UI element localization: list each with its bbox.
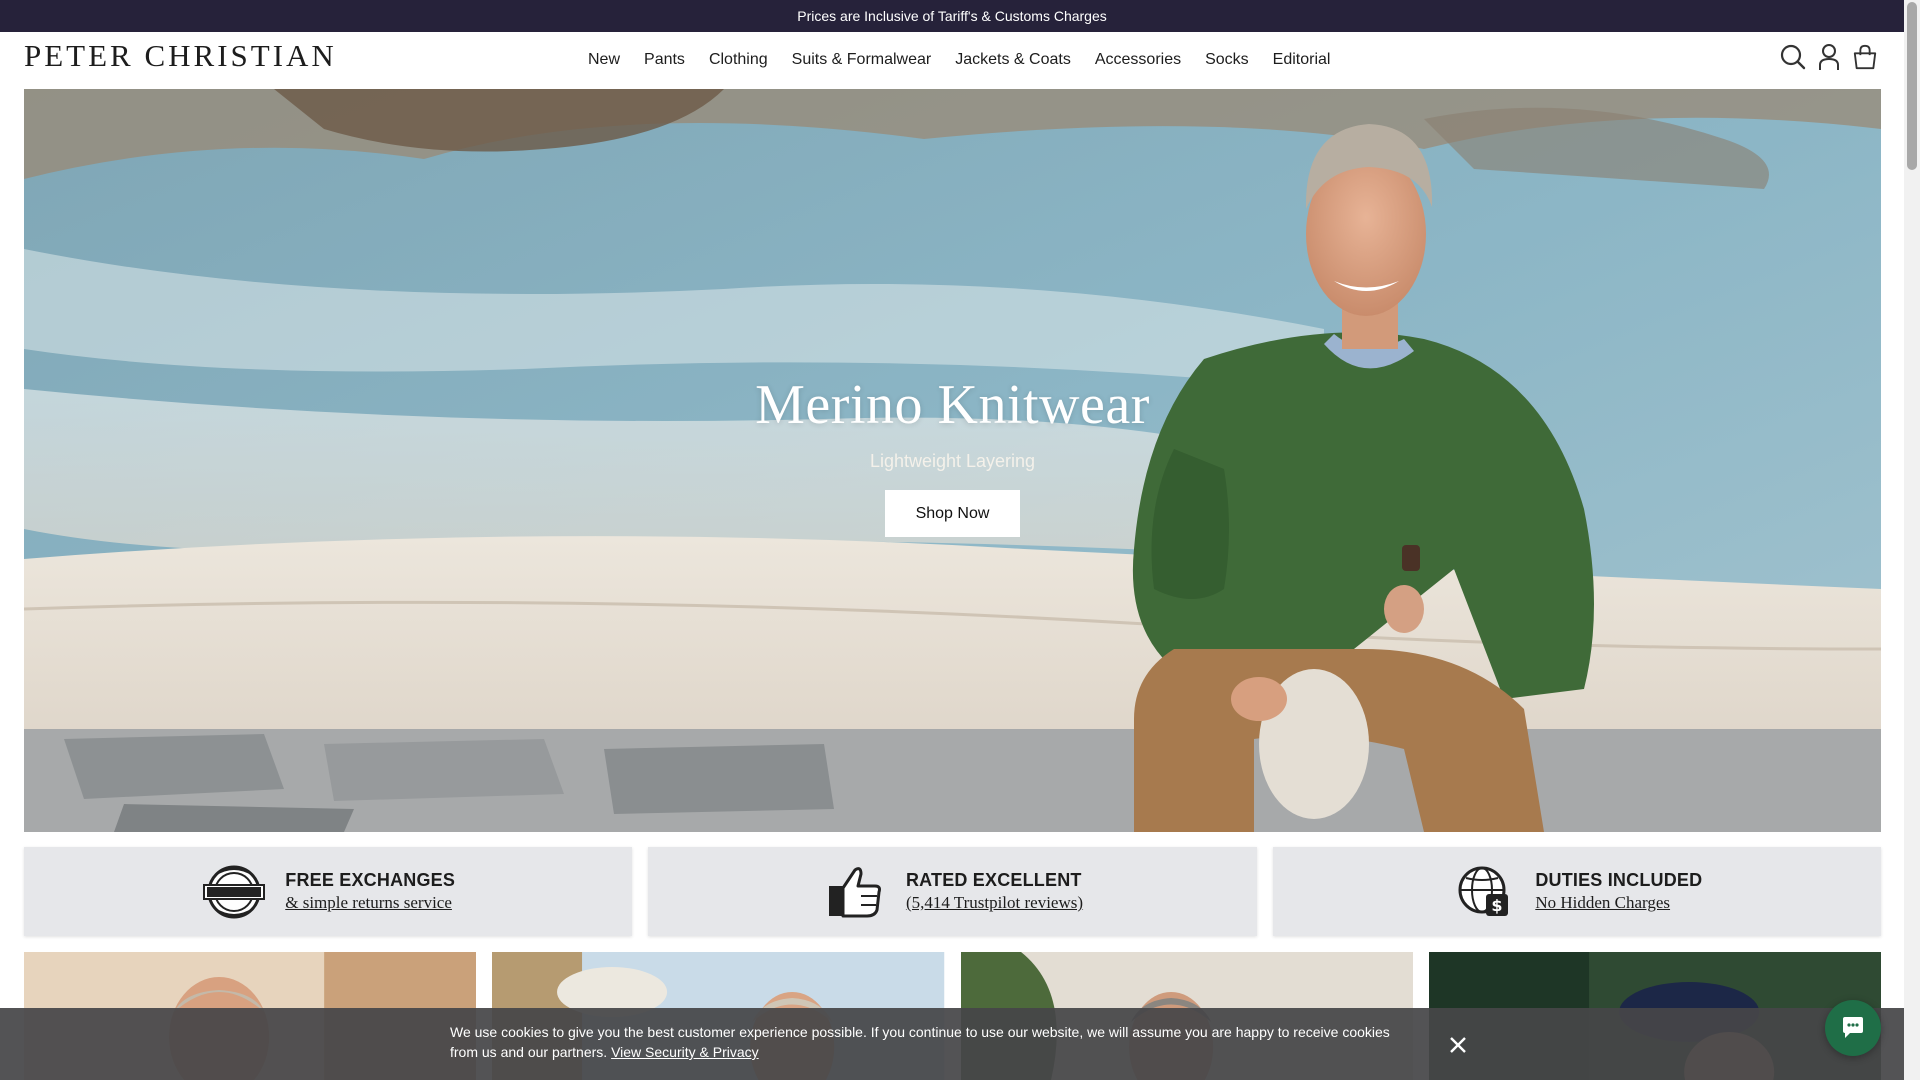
usp-link-returns[interactable]: & simple returns service bbox=[285, 893, 455, 913]
usp-link-trustpilot[interactable]: (5,414 Trustpilot reviews) bbox=[906, 893, 1083, 913]
usp-title: RATED EXCELLENT bbox=[905, 870, 1082, 890]
usp-card-rated[interactable]: RATED EXCELLENT (5,414 Trustpilot review… bbox=[648, 847, 1257, 936]
nav-item-accessories[interactable]: Accessories bbox=[1095, 51, 1181, 69]
account-icon[interactable] bbox=[1816, 42, 1842, 72]
usp-card-duties[interactable]: $ DUTIES INCLUDED No Hidden Charges bbox=[1272, 847, 1881, 936]
shop-now-button[interactable]: Shop Now bbox=[885, 490, 1020, 537]
close-icon[interactable] bbox=[1446, 1033, 1470, 1057]
returns-badge-icon bbox=[201, 864, 267, 920]
hero-banner[interactable]: Merino Knitwear Lightweight Layering Sho… bbox=[24, 89, 1881, 832]
cookie-text: We use cookies to give you the best cust… bbox=[450, 1024, 1390, 1060]
svg-text:$: $ bbox=[1492, 896, 1503, 915]
usp-card-exchanges[interactable]: FREE EXCHANGES & simple returns service bbox=[24, 847, 633, 936]
hero-subtitle: Lightweight Layering bbox=[869, 451, 1036, 471]
cookie-banner: We use cookies to give you the best cust… bbox=[0, 1008, 1904, 1080]
usp-link-no-hidden-charges[interactable]: No Hidden Charges bbox=[1535, 893, 1702, 913]
bag-icon[interactable] bbox=[1852, 42, 1878, 72]
search-icon[interactable] bbox=[1780, 42, 1806, 72]
page: Prices are Inclusive of Tariff's & Custo… bbox=[0, 0, 1920, 1080]
page-scrollbar-thumb[interactable] bbox=[1907, 2, 1917, 170]
usp-text: RATED EXCELLENT (5,414 Trustpilot review… bbox=[906, 870, 1083, 913]
nav-item-pants[interactable]: Pants bbox=[644, 51, 685, 69]
chat-button[interactable] bbox=[1825, 1000, 1881, 1056]
hero-content: Merino Knitwear Lightweight Layering Sho… bbox=[24, 373, 1881, 537]
nav-item-new[interactable]: New bbox=[588, 51, 620, 69]
hero-title: Merino Knitwear bbox=[755, 374, 1150, 436]
thumbs-up-icon bbox=[822, 864, 888, 920]
security-privacy-link[interactable]: View Security & Privacy bbox=[611, 1044, 759, 1060]
usp-text: DUTIES INCLUDED No Hidden Charges bbox=[1535, 870, 1702, 913]
site-header: PETER CHRISTIAN New Pants Clothing Suits… bbox=[0, 32, 1904, 88]
nav-item-clothing[interactable]: Clothing bbox=[709, 51, 768, 69]
nav-item-jackets-coats[interactable]: Jackets & Coats bbox=[955, 51, 1071, 69]
nav-item-suits-formalwear[interactable]: Suits & Formalwear bbox=[792, 51, 932, 69]
globe-money-icon: $ bbox=[1451, 864, 1517, 920]
main-nav: New Pants Clothing Suits & Formalwear Ja… bbox=[588, 32, 1330, 88]
usp-title: DUTIES INCLUDED bbox=[1535, 870, 1703, 890]
announcement-text: Prices are Inclusive of Tariff's & Custo… bbox=[797, 8, 1107, 24]
announcement-bar: Prices are Inclusive of Tariff's & Custo… bbox=[0, 0, 1904, 32]
nav-item-socks[interactable]: Socks bbox=[1205, 51, 1249, 69]
nav-item-editorial[interactable]: Editorial bbox=[1273, 51, 1331, 69]
usp-title: FREE EXCHANGES bbox=[285, 870, 456, 890]
chat-bubble-icon bbox=[1843, 1017, 1863, 1038]
usp-strip: FREE EXCHANGES & simple returns service … bbox=[24, 847, 1881, 936]
brand-logo[interactable]: PETER CHRISTIAN bbox=[24, 38, 337, 74]
header-actions bbox=[1780, 42, 1878, 72]
usp-text: FREE EXCHANGES & simple returns service bbox=[285, 870, 455, 913]
cookie-message: We use cookies to give you the best cust… bbox=[450, 1022, 1410, 1062]
